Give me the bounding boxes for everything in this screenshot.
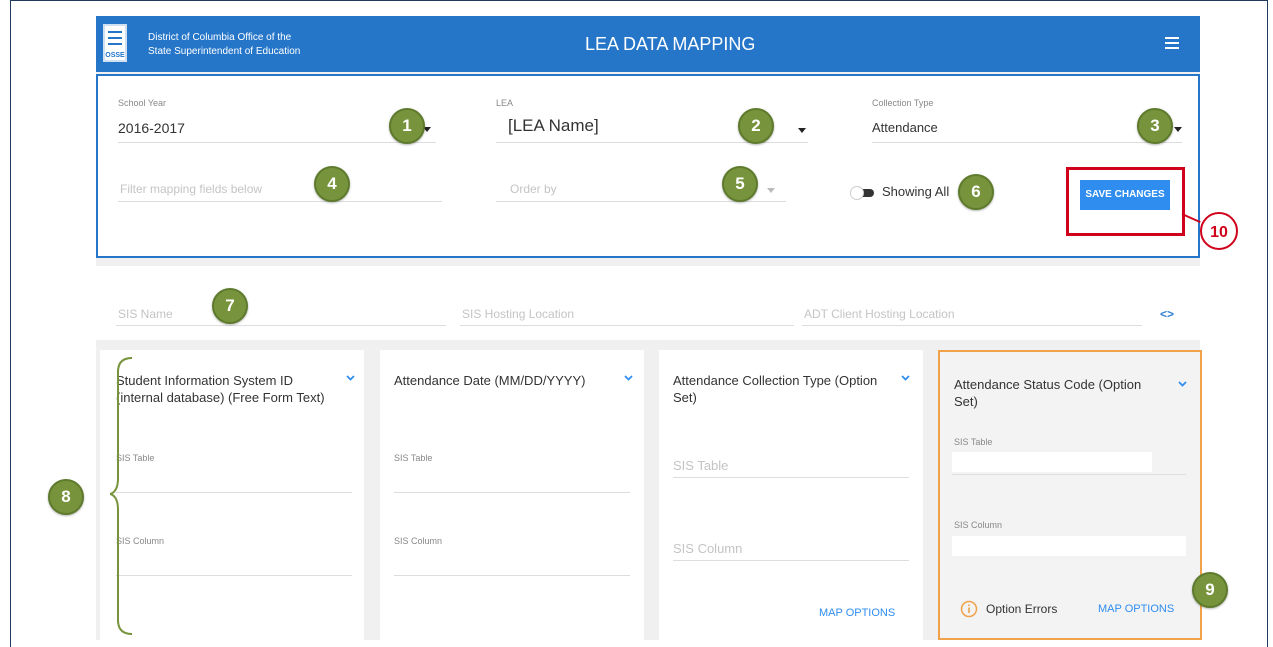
logo-text: OSSE xyxy=(105,52,125,59)
sis-table-input[interactable]: SIS Table xyxy=(673,458,728,473)
lea-select[interactable]: [LEA Name] xyxy=(508,116,599,136)
mapping-card: Attendance Collection Type (Option Set) … xyxy=(659,350,923,640)
sis-column-input[interactable] xyxy=(952,536,1186,556)
callout-badge-6: 6 xyxy=(958,174,994,210)
app-header: OSSE District of Columbia Office of the … xyxy=(96,16,1200,72)
card-title: Student Information System ID (internal … xyxy=(116,373,325,405)
app-window: OSSE District of Columbia Office of the … xyxy=(96,16,1202,640)
callout-badge-1: 1 xyxy=(389,108,425,144)
adt-client-hosting-location-input[interactable]: ADT Client Hosting Location xyxy=(804,307,955,321)
sis-hosting-underline xyxy=(460,325,794,326)
callout-badge-4: 4 xyxy=(314,166,350,202)
sis-column-input[interactable]: SIS Column xyxy=(673,541,742,556)
chevron-down-icon[interactable] xyxy=(346,375,355,381)
hamburger-menu-icon[interactable] xyxy=(1165,37,1179,49)
collection-type-dropdown-icon[interactable] xyxy=(1174,127,1182,132)
mapping-card: Attendance Date (MM/DD/YYYY) SIS Table S… xyxy=(380,350,644,640)
sis-table-label: SIS Table xyxy=(394,453,433,463)
org-name-line-2: State Superintendent of Education xyxy=(148,46,301,57)
page-title: LEA DATA MAPPING xyxy=(585,34,756,54)
lea-dropdown-icon[interactable] xyxy=(798,128,806,133)
mapping-card: Student Information System ID (internal … xyxy=(100,350,364,640)
code-toggle-icon[interactable]: <> xyxy=(1160,307,1174,321)
callout-badge-8: 8 xyxy=(48,479,84,515)
callout-badge-7: 7 xyxy=(212,288,248,324)
logo-bar xyxy=(108,37,122,39)
school-year-select[interactable]: 2016-2017 xyxy=(118,120,185,136)
logo-bar xyxy=(108,31,122,33)
school-year-underline xyxy=(118,142,436,143)
callout-badge-9: 9 xyxy=(1192,572,1228,608)
osse-logo: OSSE xyxy=(103,24,127,62)
sis-name-underline xyxy=(116,325,446,326)
sis-column-label: SIS Column xyxy=(394,536,443,546)
callout-8-bracket xyxy=(110,357,133,635)
adt-hosting-underline xyxy=(802,325,1142,326)
sis-column-underline xyxy=(673,560,909,561)
sis-table-underline xyxy=(952,474,1186,475)
chevron-down-icon[interactable] xyxy=(1178,381,1187,387)
showing-all-label: Showing All xyxy=(882,184,950,199)
card-title: Attendance Status Code (Option Set) xyxy=(954,377,1142,409)
showing-all-toggle[interactable] xyxy=(850,186,874,200)
collection-type-select[interactable]: Attendance xyxy=(872,120,938,135)
chevron-down-icon[interactable] xyxy=(901,375,910,381)
chevron-down-icon[interactable] xyxy=(624,375,633,381)
filter-underline xyxy=(118,201,442,202)
order-by-dropdown-icon[interactable] xyxy=(767,188,775,193)
sis-table-input[interactable] xyxy=(394,492,630,493)
sis-table-underline xyxy=(673,477,909,478)
order-by-select[interactable]: Order by xyxy=(510,182,557,196)
card-title: Attendance Date (MM/DD/YYYY) xyxy=(394,373,586,388)
sis-column-label: SIS Column xyxy=(954,520,1003,530)
lea-label: LEA xyxy=(496,98,514,108)
sis-table-input[interactable] xyxy=(952,452,1152,472)
sis-table-input[interactable] xyxy=(116,492,352,493)
sis-name-input[interactable]: SIS Name xyxy=(118,307,173,321)
map-options-link[interactable]: MAP OPTIONS xyxy=(819,607,895,619)
filter-mapping-input[interactable]: Filter mapping fields below xyxy=(120,182,262,196)
collection-type-underline xyxy=(872,142,1182,143)
filter-panel: School Year 2016-2017 LEA [LEA Name] Col… xyxy=(96,74,1200,258)
sis-info-panel: SIS Name SIS Hosting Location ADT Client… xyxy=(96,266,1200,340)
callout-badge-3: 3 xyxy=(1137,108,1173,144)
save-changes-highlight-box xyxy=(1066,167,1185,236)
school-year-label: School Year xyxy=(118,98,167,108)
callout-10: 10 xyxy=(1200,212,1238,250)
warning-info-icon xyxy=(960,600,978,618)
mapping-card-error: Attendance Status Code (Option Set) SIS … xyxy=(938,350,1202,640)
collection-type-label: Collection Type xyxy=(872,98,934,108)
callout-badge-2: 2 xyxy=(738,108,774,144)
map-options-link[interactable]: MAP OPTIONS xyxy=(1098,603,1174,615)
sis-hosting-location-input[interactable]: SIS Hosting Location xyxy=(462,307,574,321)
logo-bar xyxy=(108,43,122,45)
sis-column-input[interactable] xyxy=(394,575,630,576)
callout-badge-5: 5 xyxy=(722,166,758,202)
sis-table-label: SIS Table xyxy=(954,437,993,447)
option-errors-label: Option Errors xyxy=(986,602,1058,616)
org-name-line-1: District of Columbia Office of the xyxy=(148,32,292,43)
sis-column-input[interactable] xyxy=(116,575,352,576)
card-title: Attendance Collection Type (Option Set) xyxy=(673,373,878,405)
